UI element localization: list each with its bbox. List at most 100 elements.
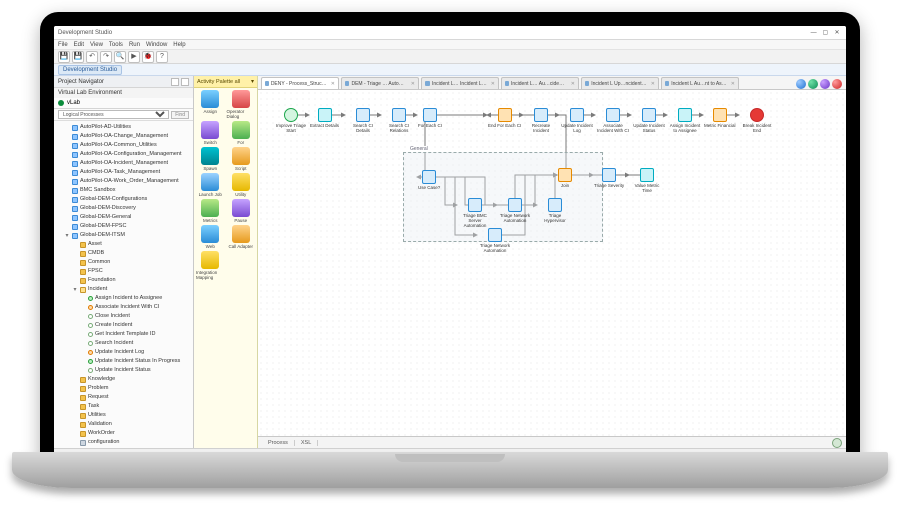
tab-close-icon[interactable]: ✕ xyxy=(731,81,735,87)
view-menu-icon[interactable] xyxy=(171,78,179,86)
tab-close-icon[interactable]: ✕ xyxy=(411,81,415,87)
perspective-button[interactable]: Development Studio xyxy=(58,65,122,75)
menu-file[interactable]: File xyxy=(58,42,68,48)
tree-node[interactable]: Update Incident Log xyxy=(78,348,193,357)
run-button[interactable]: ▶ xyxy=(128,51,140,63)
palette-item[interactable]: Switch xyxy=(196,121,225,145)
palette-item[interactable]: Metrics xyxy=(196,199,225,223)
palette-collapse-icon[interactable]: ▾ xyxy=(251,78,254,85)
debug-button[interactable]: 🐞 xyxy=(142,51,154,63)
tree-node[interactable]: Common xyxy=(70,258,193,267)
project-tree[interactable]: AutoPilot-AD-UtilitiesAutoPilot-OA-Chang… xyxy=(54,121,193,448)
tab-close-icon[interactable]: ✕ xyxy=(571,81,575,87)
save-all-button[interactable]: 💾 xyxy=(72,51,84,63)
tree-node[interactable]: Global-DEM-Configurations xyxy=(62,195,193,204)
activity-node[interactable]: Extract Details xyxy=(310,108,339,128)
help-button[interactable]: ? xyxy=(156,51,168,63)
tree-node[interactable]: Associate Incident With CI xyxy=(78,303,193,312)
tree-node[interactable]: ▾Incident xyxy=(70,285,193,294)
undo-button[interactable]: ↶ xyxy=(86,51,98,63)
search-button[interactable]: 🔍 xyxy=(114,51,126,63)
activity-node[interactable]: Improve Triage Start xyxy=(274,108,308,133)
activity-node[interactable]: Triage Severity xyxy=(594,168,624,188)
star-icon[interactable] xyxy=(808,79,818,89)
tree-node[interactable]: Task xyxy=(70,402,193,411)
palette-item[interactable]: For xyxy=(227,121,256,145)
tree-node[interactable]: Close Incident xyxy=(78,312,193,321)
menu-view[interactable]: View xyxy=(90,42,103,48)
editor-tab[interactable]: DENY - Process_Structure Event✕ xyxy=(261,77,339,89)
swirl-icon[interactable] xyxy=(820,79,830,89)
tree-node[interactable]: WorkOrder xyxy=(70,429,193,438)
palette-item[interactable]: Script xyxy=(227,147,256,171)
activity-node[interactable]: Recreate Incident xyxy=(524,108,558,133)
close-button[interactable]: ✕ xyxy=(832,29,842,36)
palette-item[interactable]: Utility xyxy=(227,173,256,197)
palette-item[interactable]: Assign xyxy=(196,90,225,119)
tree-node[interactable]: Global-DEM-Discovery xyxy=(62,204,193,213)
activity-node[interactable]: Associate Incident With CI xyxy=(596,108,630,133)
navigator-find-button[interactable]: Find xyxy=(171,111,189,119)
tree-node[interactable]: configuration xyxy=(70,438,193,447)
tree-node[interactable]: Search Incident xyxy=(78,339,193,348)
tree-node[interactable]: AutoPilot-OA-Common_Utilities xyxy=(62,141,193,150)
tree-node[interactable]: Global-DEM-FPSC xyxy=(62,222,193,231)
redo-button[interactable]: ↷ xyxy=(100,51,112,63)
activity-node[interactable]: End For Each CI xyxy=(488,108,521,128)
activity-node[interactable]: Triage BMC Server Automation xyxy=(458,198,492,228)
menu-tools[interactable]: Tools xyxy=(109,42,123,48)
tree-node[interactable]: CMDB xyxy=(70,249,193,258)
activity-node[interactable]: Assign Incident to Assignee xyxy=(668,108,702,133)
editor-tab[interactable]: Incident L… Incident Log✕ xyxy=(421,77,499,89)
palette-item[interactable]: Web xyxy=(196,225,225,249)
tree-node[interactable]: Validation xyxy=(70,420,193,429)
activity-node[interactable]: Triage Network Automation xyxy=(498,198,532,223)
activity-node[interactable]: Join xyxy=(558,168,572,188)
tree-node[interactable]: AutoPilot-AD-Utilities xyxy=(62,123,193,132)
editor-tab[interactable]: Incident L… Au…cident With CI✕ xyxy=(501,77,579,89)
tree-node[interactable]: Create Incident xyxy=(78,321,193,330)
tree-twisty-icon[interactable]: ▾ xyxy=(64,233,70,239)
activity-node[interactable]: For Each CI xyxy=(418,108,442,128)
environment-row[interactable]: vLab xyxy=(54,98,193,108)
world-icon[interactable] xyxy=(796,79,806,89)
palette-item[interactable]: Integration Mapping xyxy=(196,251,225,280)
menu-window[interactable]: Window xyxy=(146,42,167,48)
activity-node[interactable]: Update Incident Log xyxy=(560,108,594,133)
navigator-filter-select[interactable]: Logical Processes xyxy=(58,110,169,119)
tree-node[interactable]: BMC Sandbox xyxy=(62,186,193,195)
activity-node[interactable]: Use Case? xyxy=(418,170,440,190)
zoom-fit-icon[interactable] xyxy=(832,438,842,448)
save-button[interactable]: 💾 xyxy=(58,51,70,63)
palette-item[interactable]: Spawn xyxy=(196,147,225,171)
tree-node[interactable]: Knowledge xyxy=(70,375,193,384)
maximize-button[interactable]: ▢ xyxy=(820,29,830,36)
activity-node[interactable]: Triage Network Automation xyxy=(478,228,512,253)
tree-node[interactable]: Request xyxy=(70,393,193,402)
tree-node[interactable]: Problem xyxy=(70,384,193,393)
tab-close-icon[interactable]: ✕ xyxy=(491,81,495,87)
red-icon[interactable] xyxy=(832,79,842,89)
activity-node[interactable]: Update Incident Status xyxy=(632,108,666,133)
tree-node[interactable]: Foundation xyxy=(70,276,193,285)
menu-run[interactable]: Run xyxy=(129,42,140,48)
canvas-footer-tab[interactable]: Process xyxy=(262,440,295,446)
editor-tab[interactable]: Incident L Up…ncident Status✕ xyxy=(581,77,659,89)
activity-node[interactable]: Metric Financial xyxy=(704,108,736,128)
tree-node[interactable]: AutoPilot-OA-Change_Management xyxy=(62,132,193,141)
tree-node[interactable]: Update Incident Status In Progress xyxy=(78,357,193,366)
minimize-view-icon[interactable] xyxy=(181,78,189,86)
activity-node[interactable]: Break Incident End xyxy=(740,108,774,133)
process-canvas[interactable]: GeneralImprove Triage StartExtract Detai… xyxy=(258,90,846,436)
tree-node[interactable]: Assign Incident to Assignee xyxy=(78,294,193,303)
editor-tab[interactable]: DEM - Triage … Automation✕ xyxy=(341,77,419,89)
tree-node[interactable]: AutoPilot-OA-Work_Order_Management xyxy=(62,177,193,186)
tab-close-icon[interactable]: ✕ xyxy=(331,81,335,87)
tree-node[interactable]: Get Incident Template ID xyxy=(78,330,193,339)
menu-help[interactable]: Help xyxy=(173,42,185,48)
tree-node[interactable]: Global-DEM-General xyxy=(62,213,193,222)
tree-node[interactable]: FPSC xyxy=(70,267,193,276)
minimize-button[interactable]: — xyxy=(809,30,819,36)
palette-item[interactable]: Pause xyxy=(227,199,256,223)
palette-title[interactable]: Activity Palette all ▾ xyxy=(194,76,257,88)
